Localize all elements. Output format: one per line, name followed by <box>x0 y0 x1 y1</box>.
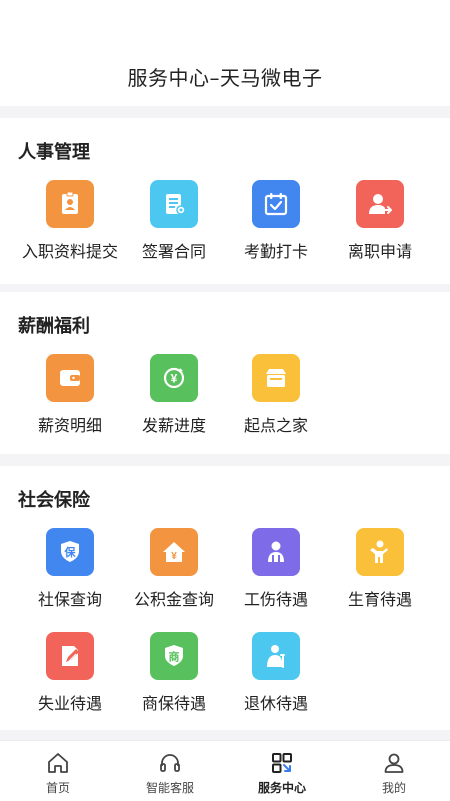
item-label: 社保查询 <box>37 590 102 609</box>
section-payroll: 薪酬福利 薪资明细 ¥ 发薪进度 起点之家 <box>0 292 450 454</box>
bottom-tab-bar: 首页 智能客服 服务中心 我的 <box>0 740 450 801</box>
item-work-injury[interactable]: 工伤待遇 <box>220 528 332 620</box>
item-onboarding[interactable]: 入职资料提交 <box>14 180 126 272</box>
tab-label: 我的 <box>381 781 406 795</box>
house-yen-icon: ¥ <box>150 528 198 576</box>
item-sign-contract[interactable]: 签署合同 <box>118 180 230 272</box>
item-social-security[interactable]: 保 社保查询 <box>14 528 126 620</box>
item-commercial-insurance[interactable]: 商 商保待遇 <box>118 632 230 724</box>
tab-home[interactable]: 首页 <box>2 741 114 801</box>
item-label: 签署合同 <box>141 242 206 261</box>
item-retirement[interactable]: 退休待遇 <box>220 632 332 724</box>
item-maternity[interactable]: 生育待遇 <box>324 528 436 620</box>
child-icon <box>356 528 404 576</box>
item-label: 公积金查询 <box>133 590 214 609</box>
wallet-icon <box>46 354 94 402</box>
item-label: 生育待遇 <box>347 590 412 609</box>
store-icon <box>252 354 300 402</box>
yen-symbol: ¥ <box>171 551 177 562</box>
item-resignation[interactable]: 离职申请 <box>324 180 436 272</box>
yen-refresh-icon: ¥ <box>150 354 198 402</box>
contract-icon <box>150 180 198 228</box>
item-housing-fund[interactable]: ¥ 公积金查询 <box>118 528 230 620</box>
service-grid-icon <box>272 753 292 773</box>
injury-icon <box>252 528 300 576</box>
yen-symbol: ¥ <box>171 372 178 386</box>
item-label: 失业待遇 <box>37 694 102 713</box>
page-title: 服务中心–天马微电子 <box>127 66 323 90</box>
document-edit-icon <box>46 632 94 680</box>
header: 服务中心–天马微电子 <box>0 0 450 106</box>
item-label: 发薪进度 <box>141 416 206 435</box>
item-label: 入职资料提交 <box>21 242 118 261</box>
home-icon <box>48 753 68 773</box>
headset-icon <box>160 754 180 772</box>
item-salary-detail[interactable]: 薪资明细 <box>14 354 126 446</box>
user-icon <box>384 753 404 773</box>
item-label: 考勤打卡 <box>243 242 308 261</box>
tab-label: 服务中心 <box>257 781 306 795</box>
item-label: 商保待遇 <box>141 694 206 713</box>
calendar-check-icon <box>252 180 300 228</box>
item-unemployment[interactable]: 失业待遇 <box>14 632 126 724</box>
badge-icon <box>46 180 94 228</box>
shield-shang-icon: 商 <box>150 632 198 680</box>
item-attendance[interactable]: 考勤打卡 <box>220 180 332 272</box>
tab-mine[interactable]: 我的 <box>338 741 450 801</box>
section-title-insurance: 社会保险 <box>18 490 90 511</box>
section-hr: 人事管理 入职资料提交 签署合同 考勤打卡 离职申请 <box>0 118 450 284</box>
tab-label: 首页 <box>45 781 70 795</box>
elder-icon <box>252 632 300 680</box>
item-qidian-home[interactable]: 起点之家 <box>220 354 332 446</box>
item-label: 起点之家 <box>243 416 308 435</box>
shield-bao-icon: 保 <box>46 528 94 576</box>
bao-char: 保 <box>64 545 77 559</box>
section-title-hr: 人事管理 <box>18 142 90 163</box>
section-title-payroll: 薪酬福利 <box>18 316 90 337</box>
item-label: 离职申请 <box>347 242 412 261</box>
tab-customer-service[interactable]: 智能客服 <box>114 741 226 801</box>
item-label: 退休待遇 <box>243 694 308 713</box>
user-exit-icon <box>356 180 404 228</box>
item-label: 工伤待遇 <box>243 590 308 609</box>
tab-service-center[interactable]: 服务中心 <box>226 741 338 801</box>
tab-label: 智能客服 <box>145 781 194 795</box>
section-insurance: 社会保险 保 社保查询 ¥ 公积金查询 工伤待遇 生育待遇 失业待遇 商 商保待… <box>0 466 450 730</box>
item-label: 薪资明细 <box>37 416 102 435</box>
shang-char: 商 <box>169 650 180 664</box>
item-pay-progress[interactable]: ¥ 发薪进度 <box>118 354 230 446</box>
